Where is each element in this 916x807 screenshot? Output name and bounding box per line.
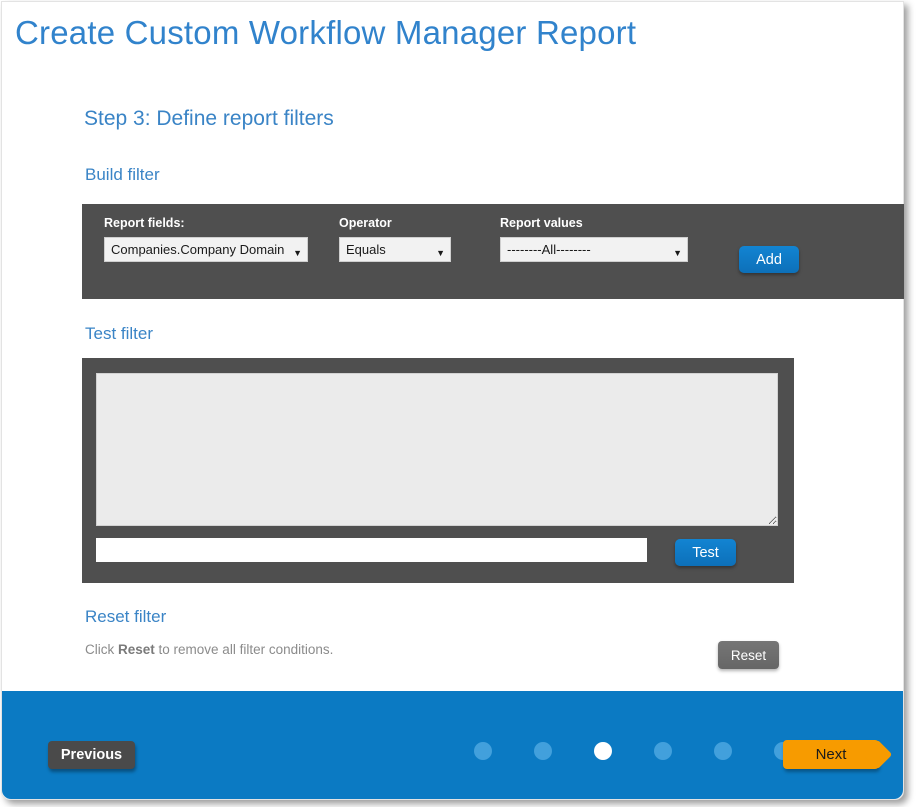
report-fields-select[interactable]: Companies.Company Domain Na <box>104 237 308 262</box>
test-value-input[interactable] <box>96 538 647 562</box>
test-button[interactable]: Test <box>675 539 736 566</box>
progress-dots <box>474 742 792 760</box>
report-values-group: Report values --------All-------- ▼ <box>500 216 688 262</box>
reset-description-suffix: to remove all filter conditions. <box>155 642 334 657</box>
report-fields-label: Report fields: <box>104 216 308 230</box>
step-heading: Step 3: Define report filters <box>84 107 334 131</box>
build-filter-heading: Build filter <box>85 165 160 185</box>
progress-dot <box>534 742 552 760</box>
report-values-label: Report values <box>500 216 688 230</box>
progress-dot <box>474 742 492 760</box>
add-button[interactable]: Add <box>739 246 799 273</box>
operator-group: Operator Equals ▼ <box>339 216 451 262</box>
report-fields-group: Report fields: Companies.Company Domain … <box>104 216 308 262</box>
test-filter-heading: Test filter <box>85 324 153 344</box>
report-values-select[interactable]: --------All-------- <box>500 237 688 262</box>
build-filter-panel: Report fields: Companies.Company Domain … <box>82 204 904 299</box>
reset-description: Click Reset to remove all filter conditi… <box>85 642 333 657</box>
operator-label: Operator <box>339 216 451 230</box>
filter-conditions-textarea[interactable] <box>96 373 778 526</box>
next-button[interactable]: Next <box>783 740 879 769</box>
progress-dot <box>714 742 732 760</box>
wizard-window: Create Custom Workflow Manager Report St… <box>1 1 904 800</box>
test-filter-panel: Test <box>82 358 794 583</box>
operator-select[interactable]: Equals <box>339 237 451 262</box>
reset-description-bold: Reset <box>118 642 155 657</box>
page-title: Create Custom Workflow Manager Report <box>15 14 636 52</box>
wizard-nav-bar: Previous Next <box>2 691 903 799</box>
previous-button[interactable]: Previous <box>48 741 135 769</box>
progress-dot <box>654 742 672 760</box>
reset-button[interactable]: Reset <box>718 641 779 669</box>
reset-description-prefix: Click <box>85 642 118 657</box>
progress-dot-active <box>594 742 612 760</box>
reset-filter-heading: Reset filter <box>85 607 166 627</box>
